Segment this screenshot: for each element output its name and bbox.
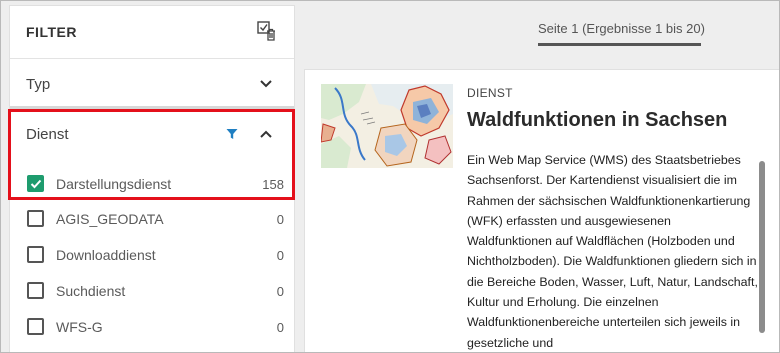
option-wfs-g[interactable]: WFS-G 0 [26,316,288,338]
option-label: AGIS_GEODATA [56,211,164,227]
checkbox[interactable] [27,318,44,335]
option-downloaddienst[interactable]: Downloaddienst 0 [26,244,288,266]
filter-section-typ[interactable]: Typ [10,58,294,106]
app-frame: FILTER Typ Dienst Darstellungsdienst 158… [0,0,780,353]
filter-section-dienst: Dienst Darstellungsdienst 158 AGIS_GEODA… [10,106,294,352]
checkbox[interactable] [27,246,44,263]
option-label: Downloaddienst [56,247,156,263]
checkmark-icon [30,179,42,189]
option-darstellungsdienst[interactable]: Darstellungsdienst 158 [26,173,288,195]
filter-title: FILTER [26,24,77,40]
result-description: Ein Web Map Service (WMS) des Staatsbetr… [467,153,758,350]
option-suchdienst[interactable]: Suchdienst 0 [26,280,288,302]
filter-sidebar: FILTER Typ Dienst Darstellungsdienst 158… [9,5,295,352]
checkbox[interactable] [27,282,44,299]
option-count: 0 [276,320,284,335]
pager-progress-fill [538,43,701,46]
filter-header: FILTER [10,6,294,56]
filter-reset-icon[interactable] [257,20,277,42]
pager-label: Seite 1 (Ergebnisse 1 bis 20) [538,21,705,36]
result-type: DIENST [467,86,513,100]
result-title[interactable]: Waldfunktionen in Sachsen [467,109,727,132]
option-count: 0 [276,248,284,263]
option-count: 0 [276,212,284,227]
option-count: 158 [262,177,284,192]
scrollbar-thumb[interactable] [759,161,765,333]
funnel-icon [226,129,238,139]
checkbox[interactable] [27,210,44,227]
option-label: Darstellungsdienst [56,176,172,192]
option-count: 0 [276,284,284,299]
checkbox-checked[interactable] [27,175,44,192]
chevron-down-icon[interactable] [259,79,273,89]
chevron-up-icon[interactable] [259,129,273,139]
option-agis-geodata[interactable]: AGIS_GEODATA 0 [26,208,288,230]
option-label: Suchdienst [56,283,126,299]
section-label-dienst[interactable]: Dienst [26,126,69,143]
pager-progress [538,43,701,46]
option-label: WFS-G [56,319,103,335]
result-card: DIENST Waldfunktionen in Sachsen Ein Web… [304,69,779,352]
map-thumbnail[interactable] [321,84,453,168]
section-label-typ: Typ [26,76,51,93]
